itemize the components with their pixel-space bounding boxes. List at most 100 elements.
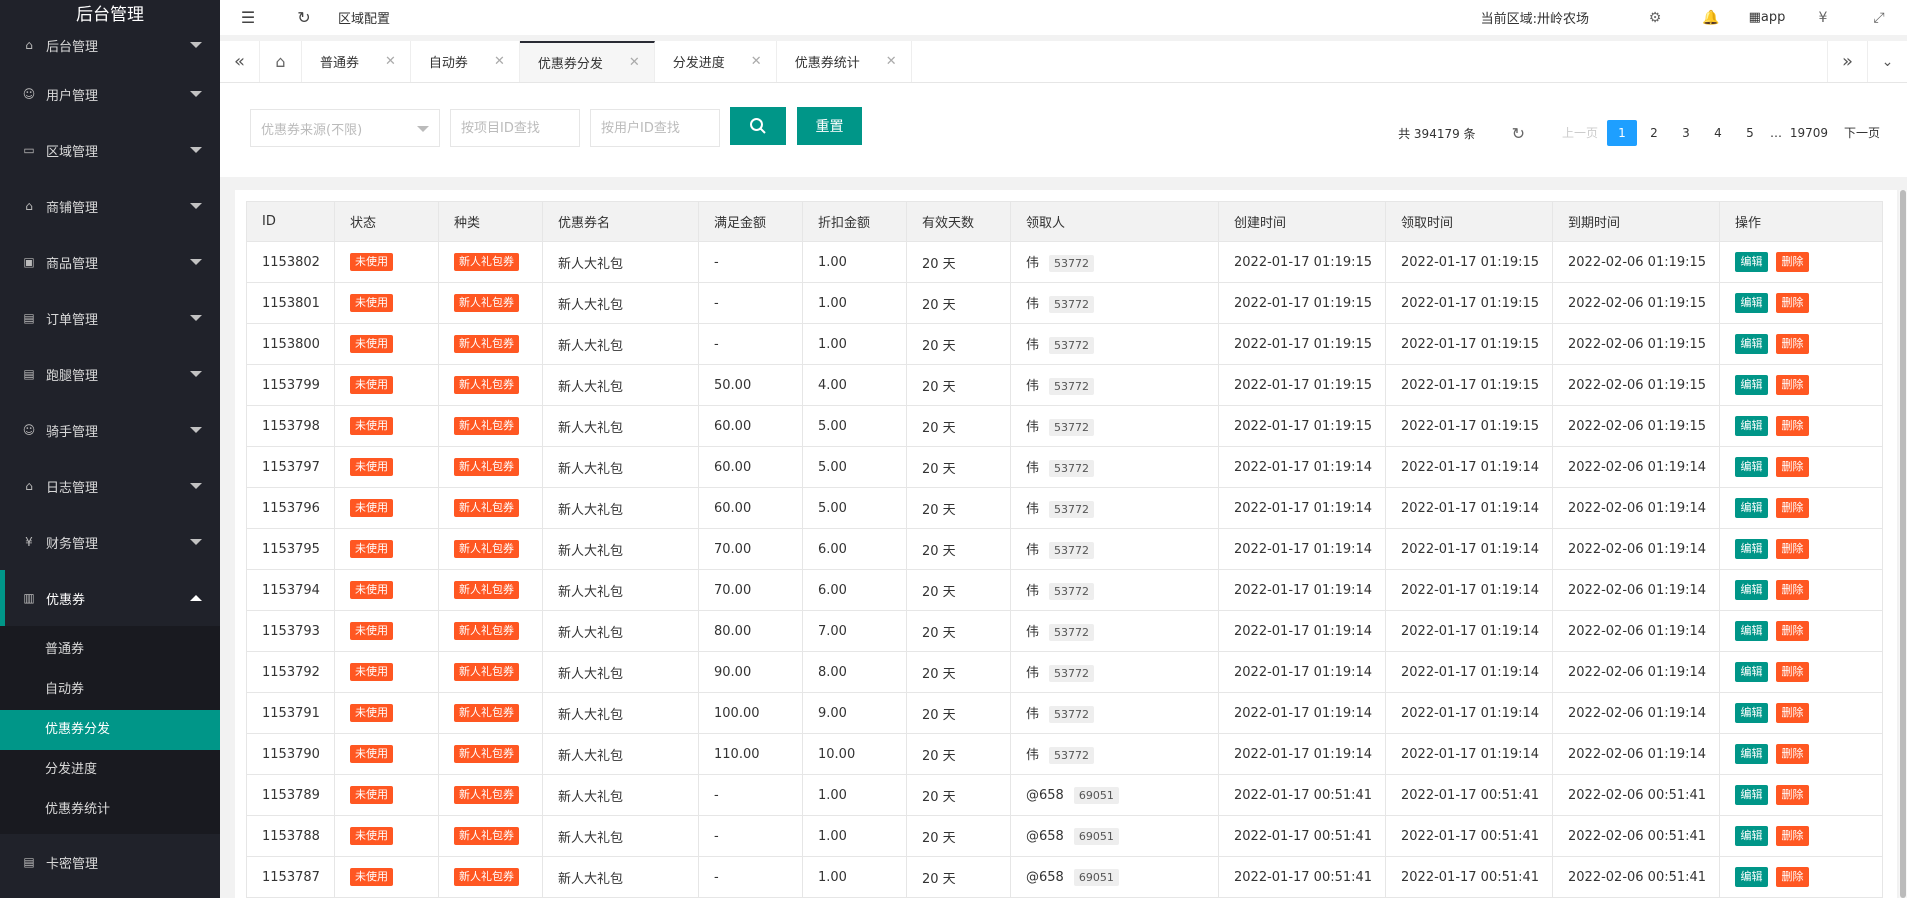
sidebar-item-3[interactable]: ⌂ 商铺管理 bbox=[0, 178, 220, 234]
sidebar-item-2[interactable]: ▭ 区域管理 bbox=[0, 122, 220, 178]
settings-icon[interactable]: ⚙ bbox=[1627, 10, 1683, 26]
refresh-icon[interactable]: ↻ bbox=[276, 8, 332, 27]
edit-button[interactable]: 编辑 bbox=[1735, 580, 1768, 600]
tab-1[interactable]: 自动券 ✕ bbox=[411, 41, 520, 82]
edit-button[interactable]: 编辑 bbox=[1735, 416, 1768, 436]
refresh-icon[interactable]: ↻ bbox=[1512, 124, 1525, 143]
edit-button[interactable]: 编辑 bbox=[1735, 703, 1768, 723]
user-id-badge: 69051 bbox=[1073, 786, 1119, 804]
delete-button[interactable]: 删除 bbox=[1776, 375, 1809, 395]
delete-button[interactable]: 删除 bbox=[1776, 826, 1809, 846]
tab-3[interactable]: 分发进度 ✕ bbox=[655, 41, 777, 82]
sidebar-item-7[interactable]: ☺ 骑手管理 bbox=[0, 402, 220, 458]
cell-discount: 7.00 bbox=[802, 610, 907, 652]
sidebar-item-card-secret[interactable]: ▤ 卡密管理 bbox=[0, 834, 220, 890]
delete-button[interactable]: 删除 bbox=[1776, 867, 1809, 887]
cell-user: 伟 53772 bbox=[1010, 446, 1219, 488]
cell-claimed: 2022-01-17 01:19:14 bbox=[1385, 692, 1553, 734]
tab-2[interactable]: 优惠券分发 ✕ bbox=[519, 41, 655, 82]
delete-button[interactable]: 删除 bbox=[1776, 416, 1809, 436]
delete-button[interactable]: 删除 bbox=[1776, 334, 1809, 354]
delete-button[interactable]: 删除 bbox=[1776, 621, 1809, 641]
sidebar-item-9[interactable]: ¥ 财务管理 bbox=[0, 514, 220, 570]
delete-button[interactable]: 删除 bbox=[1776, 293, 1809, 313]
close-icon[interactable]: ✕ bbox=[385, 54, 396, 69]
breadcrumb[interactable]: 区域配置 bbox=[338, 8, 390, 27]
edit-button[interactable]: 编辑 bbox=[1735, 498, 1768, 518]
page-1[interactable]: 1 bbox=[1606, 120, 1637, 146]
cell-claimed: 2022-01-17 01:19:15 bbox=[1385, 364, 1553, 406]
edit-button[interactable]: 编辑 bbox=[1735, 293, 1768, 313]
sidebar-item-0[interactable]: ⌂ 后台管理 bbox=[0, 24, 220, 66]
edit-button[interactable]: 编辑 bbox=[1735, 621, 1768, 641]
edit-button[interactable]: 编辑 bbox=[1735, 744, 1768, 764]
cell-kind: 新人礼包券 bbox=[438, 651, 543, 693]
tabs-scroll-left-icon[interactable]: « bbox=[220, 41, 260, 82]
coupon-source-select[interactable]: 优惠券来源(不限) bbox=[250, 109, 440, 147]
close-icon[interactable]: ✕ bbox=[629, 55, 640, 70]
reset-button[interactable]: 重置 bbox=[797, 107, 862, 145]
edit-button[interactable]: 编辑 bbox=[1735, 662, 1768, 682]
edit-button[interactable]: 编辑 bbox=[1735, 785, 1768, 805]
sidebar-subitem-3[interactable]: 分发进度 bbox=[0, 750, 220, 790]
page-4[interactable]: 4 bbox=[1703, 120, 1733, 146]
tab-4[interactable]: 优惠券统计 ✕ bbox=[777, 41, 912, 82]
menu-fold-icon[interactable]: ☰ bbox=[220, 8, 276, 27]
delete-button[interactable]: 删除 bbox=[1776, 498, 1809, 518]
edit-button[interactable]: 编辑 bbox=[1735, 539, 1768, 559]
page-3[interactable]: 3 bbox=[1671, 120, 1701, 146]
current-region[interactable]: 当前区域:卅岭农场 bbox=[1481, 8, 1589, 27]
scrollbar-thumb[interactable] bbox=[1900, 190, 1906, 898]
tabs-dropdown-icon[interactable]: ⌄ bbox=[1867, 41, 1907, 82]
user-id-input[interactable] bbox=[590, 109, 720, 147]
tabs-scroll-right-icon[interactable]: » bbox=[1827, 41, 1867, 82]
chevron-down-icon bbox=[417, 126, 429, 132]
sidebar-subitem-4[interactable]: 优惠券统计 bbox=[0, 790, 220, 830]
edit-button[interactable]: 编辑 bbox=[1735, 867, 1768, 887]
page-scrollbar[interactable] bbox=[1899, 190, 1907, 898]
user-id-badge: 53772 bbox=[1049, 706, 1095, 723]
edit-button[interactable]: 编辑 bbox=[1735, 375, 1768, 395]
sidebar-item-6[interactable]: ▤ 跑腿管理 bbox=[0, 346, 220, 402]
close-icon[interactable]: ✕ bbox=[494, 54, 505, 69]
yen-icon[interactable]: ¥ bbox=[1795, 10, 1851, 26]
next-page-button[interactable]: 下一页 bbox=[1844, 120, 1880, 146]
delete-button[interactable]: 删除 bbox=[1776, 457, 1809, 477]
close-icon[interactable]: ✕ bbox=[886, 54, 897, 69]
sidebar-subitem-2[interactable]: 优惠券分发 bbox=[0, 710, 220, 750]
user-name: 伟 bbox=[1026, 461, 1040, 476]
edit-button[interactable]: 编辑 bbox=[1735, 334, 1768, 354]
cell-claimed: 2022-01-17 01:19:15 bbox=[1385, 241, 1553, 283]
sidebar-item-5[interactable]: ▤ 订单管理 bbox=[0, 290, 220, 346]
delete-button[interactable]: 删除 bbox=[1776, 539, 1809, 559]
home-tab-icon[interactable]: ⌂ bbox=[260, 41, 302, 82]
delete-button[interactable]: 删除 bbox=[1776, 580, 1809, 600]
cell-created: 2022-01-17 01:19:15 bbox=[1218, 323, 1386, 365]
close-icon[interactable]: ✕ bbox=[751, 54, 762, 69]
sidebar-item-4[interactable]: ▣ 商品管理 bbox=[0, 234, 220, 290]
page-2[interactable]: 2 bbox=[1639, 120, 1669, 146]
edit-button[interactable]: 编辑 bbox=[1735, 826, 1768, 846]
sidebar-subitem-1[interactable]: 自动券 bbox=[0, 670, 220, 710]
bell-icon[interactable]: 🔔 bbox=[1683, 10, 1739, 26]
page-5[interactable]: 5 bbox=[1735, 120, 1765, 146]
sidebar-subitem-0[interactable]: 普通券 bbox=[0, 630, 220, 670]
tab-0[interactable]: 普通券 ✕ bbox=[302, 41, 411, 82]
sidebar-item-1[interactable]: ☺ 用户管理 bbox=[0, 66, 220, 122]
page-last[interactable]: 19709 bbox=[1787, 120, 1831, 146]
delete-button[interactable]: 删除 bbox=[1776, 662, 1809, 682]
search-button[interactable] bbox=[730, 107, 786, 145]
fullscreen-icon[interactable]: ⤢ bbox=[1851, 10, 1907, 26]
sidebar-item-8[interactable]: ⌂ 日志管理 bbox=[0, 458, 220, 514]
delete-button[interactable]: 删除 bbox=[1776, 252, 1809, 272]
edit-button[interactable]: 编辑 bbox=[1735, 252, 1768, 272]
delete-button[interactable]: 删除 bbox=[1776, 744, 1809, 764]
delete-button[interactable]: 删除 bbox=[1776, 703, 1809, 723]
edit-button[interactable]: 编辑 bbox=[1735, 457, 1768, 477]
chevron-down-icon bbox=[190, 259, 202, 265]
app-button[interactable]: ▦app bbox=[1739, 10, 1795, 25]
project-id-input[interactable] bbox=[450, 109, 580, 147]
prev-page-button[interactable]: 上一页 bbox=[1562, 120, 1598, 146]
delete-button[interactable]: 删除 bbox=[1776, 785, 1809, 805]
sidebar-item-10[interactable]: ▥ 优惠券 bbox=[0, 570, 220, 626]
